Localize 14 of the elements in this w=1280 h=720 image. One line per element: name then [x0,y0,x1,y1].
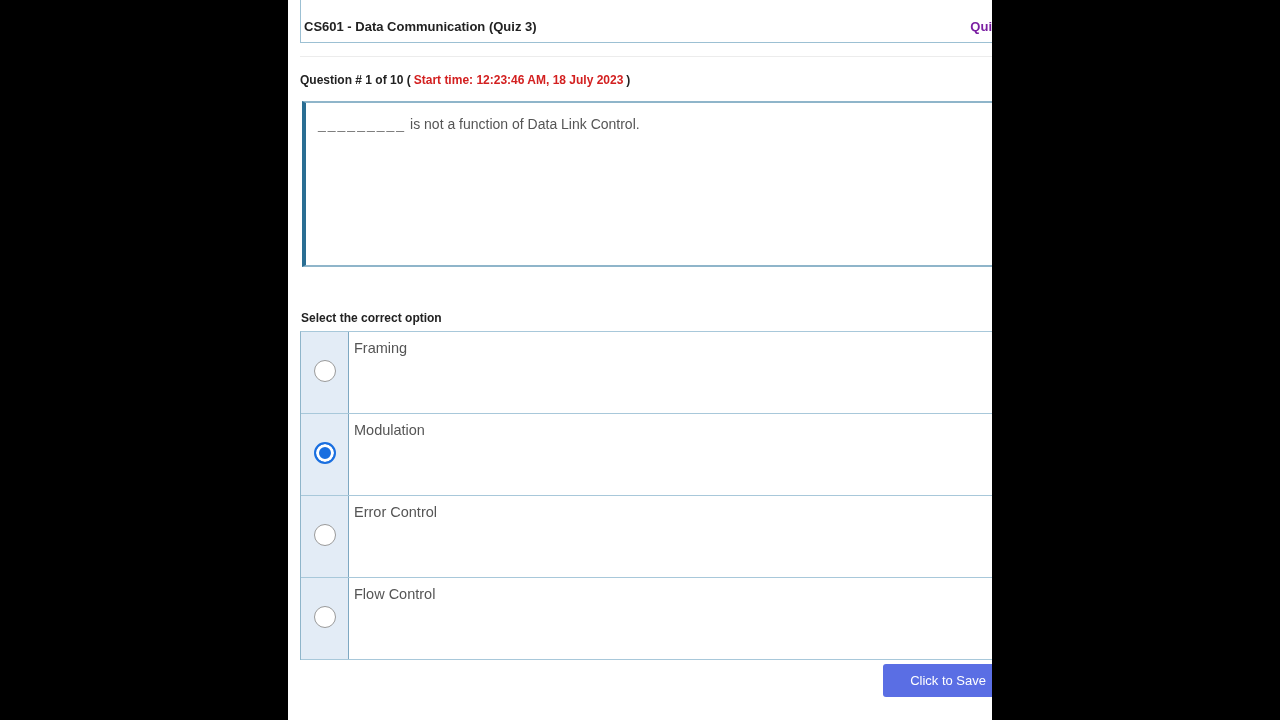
option-label: Flow Control [354,586,436,602]
option-label: Error Control [354,504,437,520]
radio-button[interactable] [313,442,336,464]
radio-button[interactable] [313,524,336,546]
save-button[interactable]: Click to Save [883,664,992,697]
radio-button[interactable] [313,606,336,628]
option-label: Modulation [354,422,425,438]
options-heading: Select the correct option [301,310,443,326]
question-text: _________ is not a function of Data Link Control. [318,115,641,133]
radio-button[interactable] [313,360,336,382]
quiz-title: CS601 - Data Communication (Quiz 3) [304,19,537,35]
option-label: Framing [354,340,408,356]
question-info: Question # 1 of 10 ( Start time: 12:23:46 AM, 18 July 2023 ) [300,72,632,88]
header-link[interactable]: Qui [970,19,992,35]
